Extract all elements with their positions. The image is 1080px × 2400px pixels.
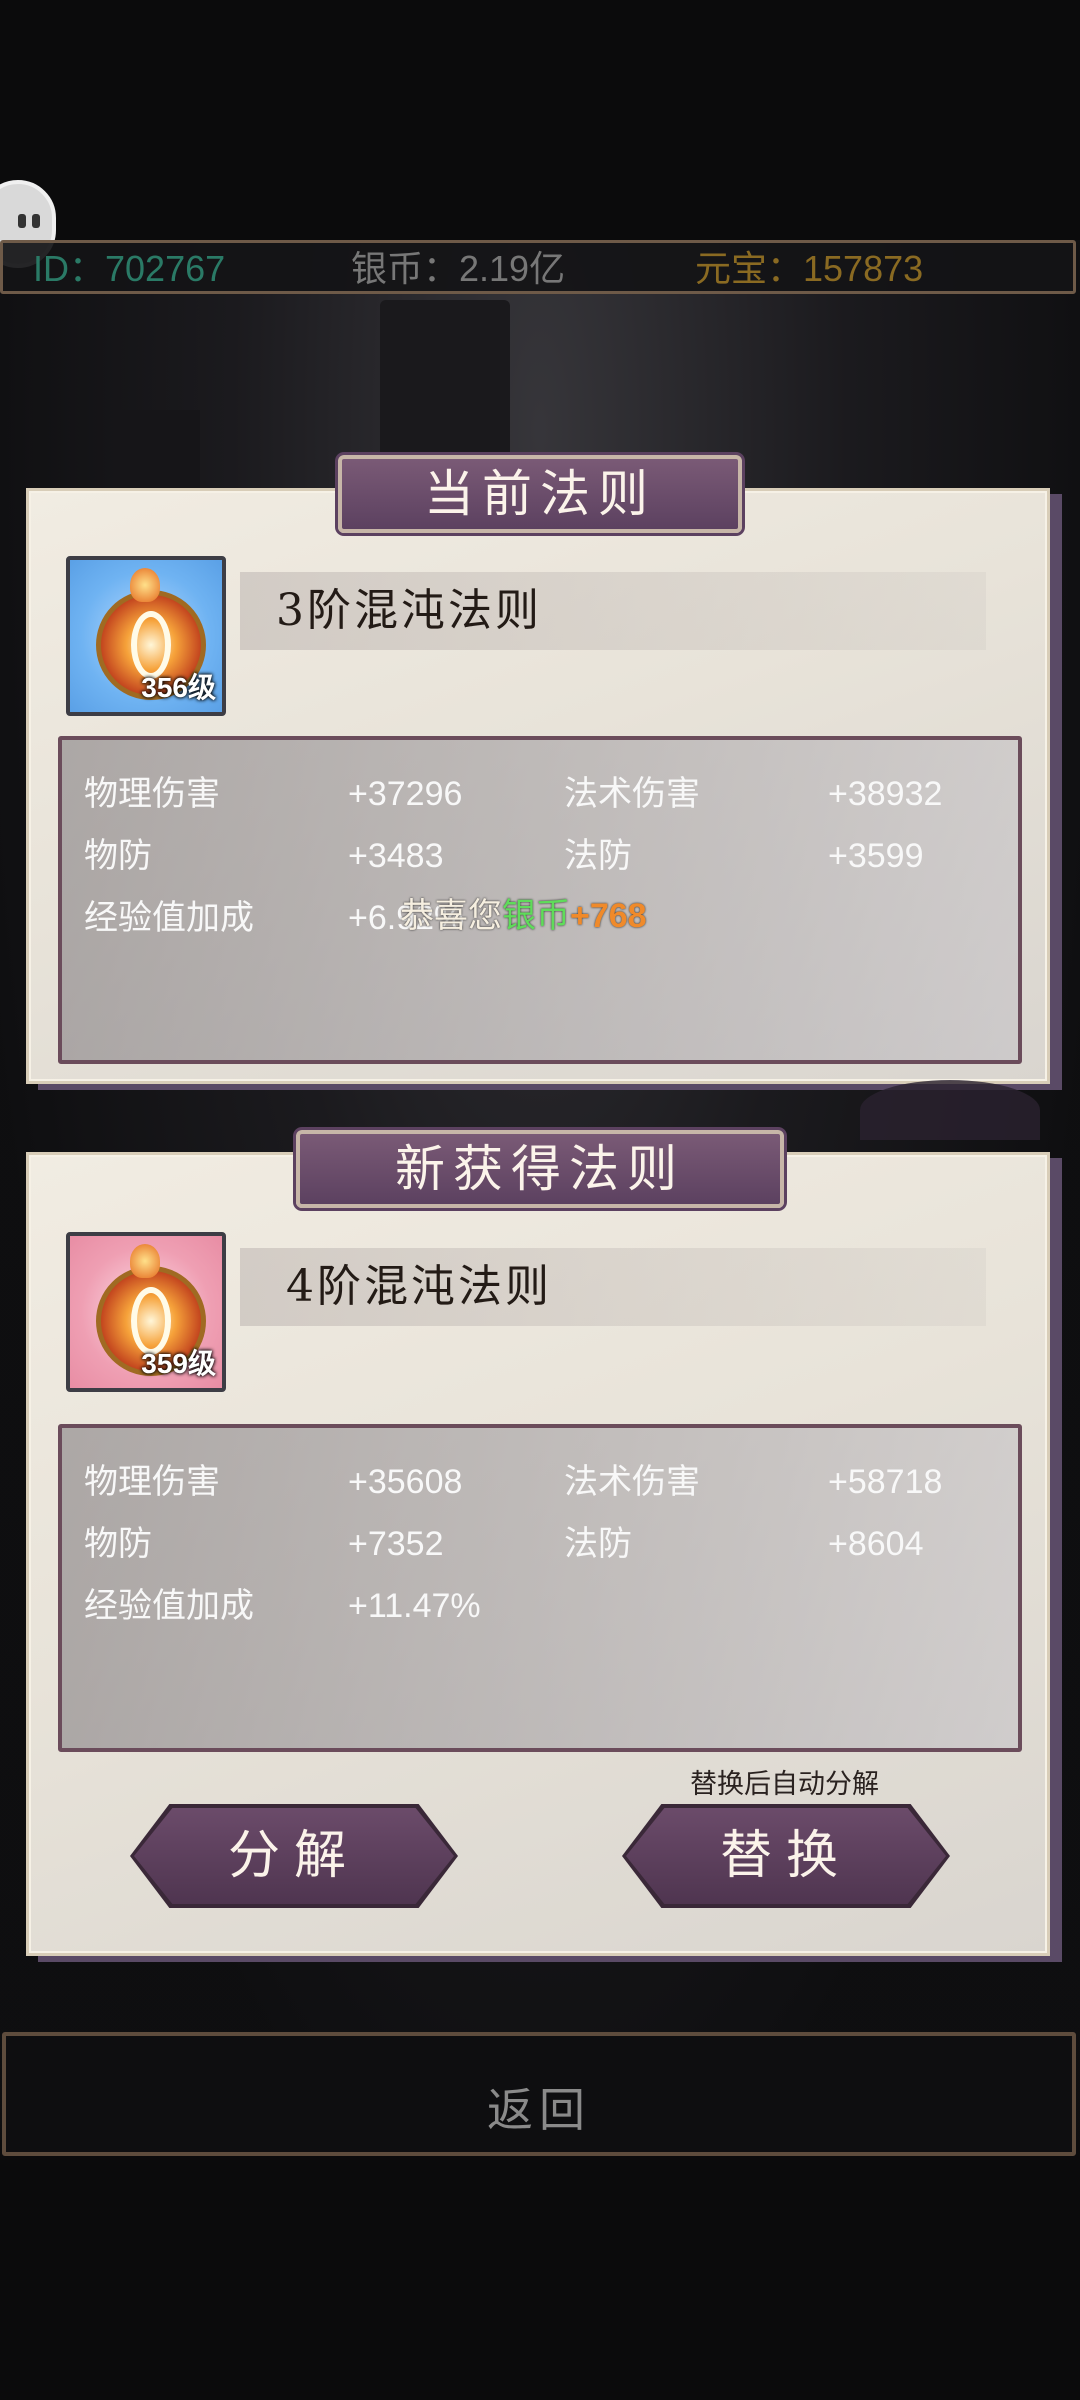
current-rule-name: 3阶混沌法则 — [240, 572, 986, 650]
back-label: 返回 — [487, 2083, 591, 2137]
stat-value: +35608 — [348, 1463, 463, 1501]
stat-value: +3483 — [348, 837, 444, 875]
stat-value: +58718 — [828, 1463, 943, 1501]
current-rule-title: 当前法则 — [338, 455, 742, 533]
stat-label: 物理伤害 — [84, 1463, 220, 1501]
stat-label: 物防 — [84, 837, 152, 875]
stat-value: +38932 — [828, 775, 943, 813]
stat-label: 物理伤害 — [84, 775, 220, 813]
stat-label: 经验值加成 — [84, 1587, 254, 1625]
stat-label: 法防 — [564, 1525, 632, 1563]
reward-toast: 恭喜您银币+768 — [400, 896, 647, 936]
gold-balance: 元宝：157873 — [695, 248, 924, 289]
toast-prefix: 恭喜您 — [400, 896, 502, 936]
new-rule-level: 359级 — [141, 1348, 216, 1379]
new-stats-box: 物理伤害 +35608 法术伤害 +58718 物防 +7352 法防 +860… — [58, 1424, 1022, 1752]
stat-value: +3599 — [828, 837, 924, 875]
decorative-emblem — [860, 1080, 1040, 1140]
stat-value: +8604 — [828, 1525, 924, 1563]
toast-amount: +768 — [570, 897, 647, 935]
stat-value: +11.47% — [348, 1587, 481, 1625]
stat-value: +37296 — [348, 775, 463, 813]
flame-icon — [130, 568, 160, 602]
back-button[interactable]: 返回 — [2, 2032, 1076, 2156]
stat-label: 物防 — [84, 1525, 152, 1563]
new-rule-icon[interactable]: 359级 — [66, 1232, 226, 1392]
replace-hint: 替换后自动分解 — [690, 1769, 879, 1799]
resource-bar: ID：702767 银币：2.19亿 元宝：157873 — [0, 240, 1076, 294]
decompose-button[interactable]: 分解 — [134, 1808, 454, 1904]
player-id: ID：702767 — [33, 248, 226, 289]
new-rule-title: 新获得法则 — [296, 1130, 784, 1208]
new-rule-name: 4阶混沌法则 — [240, 1248, 986, 1326]
current-rule-icon[interactable]: 356级 — [66, 556, 226, 716]
flame-icon — [130, 1244, 160, 1278]
silver-balance: 银币：2.19亿 — [351, 248, 566, 289]
toast-currency: 银币 — [502, 896, 570, 936]
replace-button[interactable]: 替换 — [626, 1808, 946, 1904]
current-rule-level: 356级 — [141, 672, 216, 703]
stat-label: 法术伤害 — [564, 775, 700, 813]
stat-label: 法防 — [564, 837, 632, 875]
stat-label: 经验值加成 — [84, 899, 254, 937]
stat-value: +7352 — [348, 1525, 444, 1563]
stat-label: 法术伤害 — [564, 1463, 700, 1501]
